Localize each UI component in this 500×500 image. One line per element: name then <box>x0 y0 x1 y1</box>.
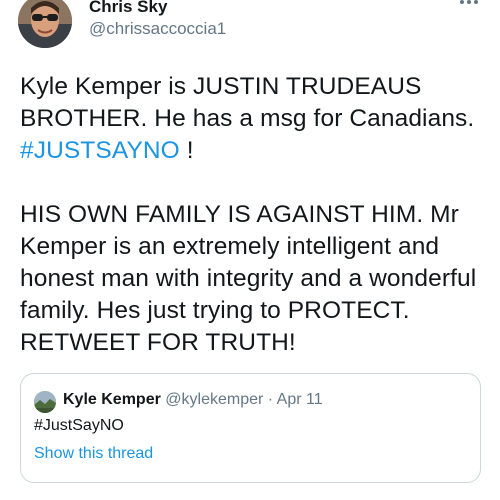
tweet-text-part: Kyle Kemper is JUSTIN TRUDEAUS BROTHER. … <box>20 73 475 132</box>
quoted-handle[interactable]: @kylekemper <box>165 391 263 408</box>
tweet-view: Chris Sky @chrissaccoccia1 Kyle Kemper i… <box>0 0 500 500</box>
author-avatar[interactable] <box>18 0 72 48</box>
tweet-paragraph-2: HIS OWN FAMILY IS AGAINST HIM. Mr Kemper… <box>20 201 477 356</box>
landscape-photo-icon <box>34 391 56 413</box>
tweet-text-part: ! <box>179 137 194 164</box>
more-horizontal-icon[interactable] <box>456 0 482 12</box>
quoted-display-name[interactable]: Kyle Kemper <box>63 391 161 408</box>
quoted-tweet-card[interactable]: Kyle Kemper @kylekemper · Apr 11 #JustSa… <box>20 373 481 483</box>
quoted-tweet-text: #JustSayNO <box>34 417 124 434</box>
hashtag-link[interactable]: #JUSTSAYNO <box>20 137 180 164</box>
profile-photo-icon <box>18 0 72 48</box>
show-thread-link[interactable]: Show this thread <box>34 445 153 463</box>
author-handle[interactable]: @chrissaccoccia1 <box>89 19 226 39</box>
author-display-name[interactable]: Chris Sky <box>89 0 167 17</box>
quoted-author-avatar[interactable] <box>34 391 56 413</box>
quoted-date[interactable]: Apr 11 <box>277 391 323 408</box>
tweet-paragraph-1: Kyle Kemper is JUSTIN TRUDEAUS BROTHER. … <box>20 71 490 167</box>
tweet-body: Kyle Kemper is JUSTIN TRUDEAUS BROTHER. … <box>20 71 490 359</box>
quoted-tweet-header: Kyle Kemper @kylekemper · Apr 11 <box>63 391 323 409</box>
meta-separator: · <box>267 391 274 408</box>
